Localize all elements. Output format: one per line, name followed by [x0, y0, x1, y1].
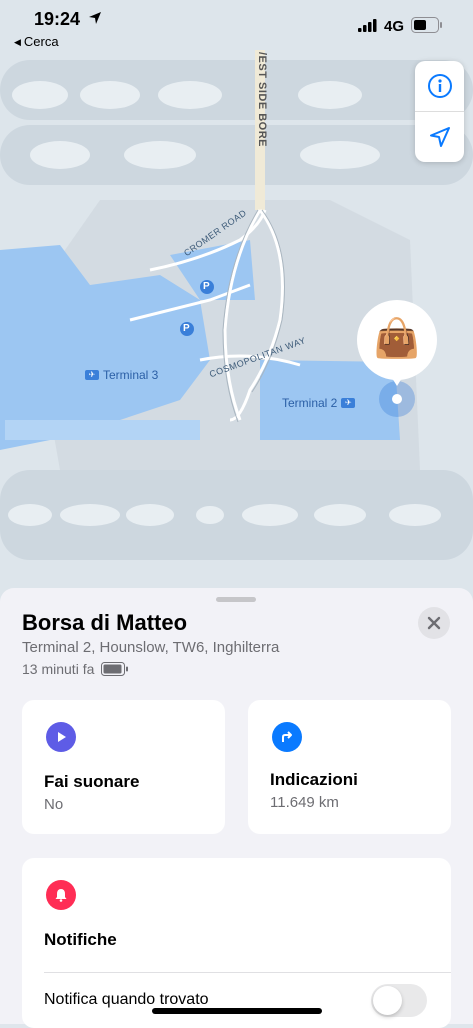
cellular-signal-icon	[358, 19, 377, 32]
directions-title: Indicazioni	[270, 770, 358, 789]
handbag-icon: 👜	[373, 318, 421, 360]
notifications-title: Notifiche	[44, 930, 117, 949]
map-canvas	[0, 0, 473, 620]
last-seen-row: 13 minuti fa	[22, 661, 129, 677]
play-sound-card[interactable]: Fai suonare No	[22, 700, 225, 834]
play-sound-status: No	[44, 796, 64, 813]
toggle-knob	[373, 986, 402, 1015]
bell-icon	[46, 880, 76, 910]
map-controls	[415, 61, 464, 162]
location-services-icon	[89, 12, 101, 24]
airplane-icon: ✈	[85, 370, 99, 380]
parking-label: P	[203, 281, 211, 292]
directions-card[interactable]: Indicazioni 11.649 km	[248, 700, 451, 834]
close-icon	[427, 616, 441, 630]
info-button[interactable]	[415, 61, 464, 112]
road-label-west-side-bore: /EST SIDE BORE	[256, 52, 268, 148]
close-button[interactable]	[418, 607, 450, 639]
airplane-icon: ✈	[341, 398, 356, 408]
back-triangle-icon: ◀	[14, 37, 21, 47]
info-icon	[427, 74, 452, 98]
parking-label: P	[183, 323, 191, 334]
play-icon	[46, 722, 76, 752]
notifications-card: Notifiche Notifica quando trovato	[22, 858, 451, 1028]
play-sound-title: Fai suonare	[44, 772, 140, 791]
terminal-3-text: Terminal 3	[103, 368, 159, 382]
battery-level-icon	[101, 662, 129, 676]
sheet-grabber[interactable]	[216, 597, 256, 602]
home-indicator[interactable]	[152, 1008, 322, 1014]
terminal-3-label[interactable]: ✈ Terminal 3	[85, 368, 158, 382]
battery-icon	[411, 17, 442, 33]
turn-right-arrow-icon	[272, 722, 302, 752]
notifications-divider	[44, 972, 451, 973]
network-type: 4G	[384, 18, 405, 35]
item-location-pin[interactable]: 👜	[372, 314, 422, 364]
back-to-search-link[interactable]: ◀ Cerca	[14, 34, 59, 49]
map-view[interactable]: /EST SIDE BORE CROMER ROAD COSMOPOLITAN …	[0, 0, 473, 620]
last-seen-time: 13 minuti fa	[22, 661, 95, 677]
location-arrow-icon	[429, 127, 450, 147]
directions-distance: 11.649 km	[270, 794, 339, 811]
back-link-label: Cerca	[23, 34, 59, 49]
notify-when-found-label: Notifica quando trovato	[44, 991, 209, 1008]
item-name: Borsa di Matteo	[22, 610, 188, 635]
notify-when-found-toggle[interactable]	[371, 984, 427, 1017]
status-time: 19:24	[34, 9, 81, 29]
status-bar: 19:24 ◀ Cerca 4G	[0, 0, 473, 56]
terminal-2-text: Terminal 2	[282, 396, 338, 410]
item-address: Terminal 2, Hounslow, TW6, Inghilterra	[22, 639, 280, 656]
item-detail-sheet[interactable]: Borsa di Matteo Terminal 2, Hounslow, TW…	[0, 588, 473, 1028]
current-location-button[interactable]	[415, 112, 464, 162]
terminal-2-label[interactable]: Terminal 2 ✈	[282, 396, 356, 410]
